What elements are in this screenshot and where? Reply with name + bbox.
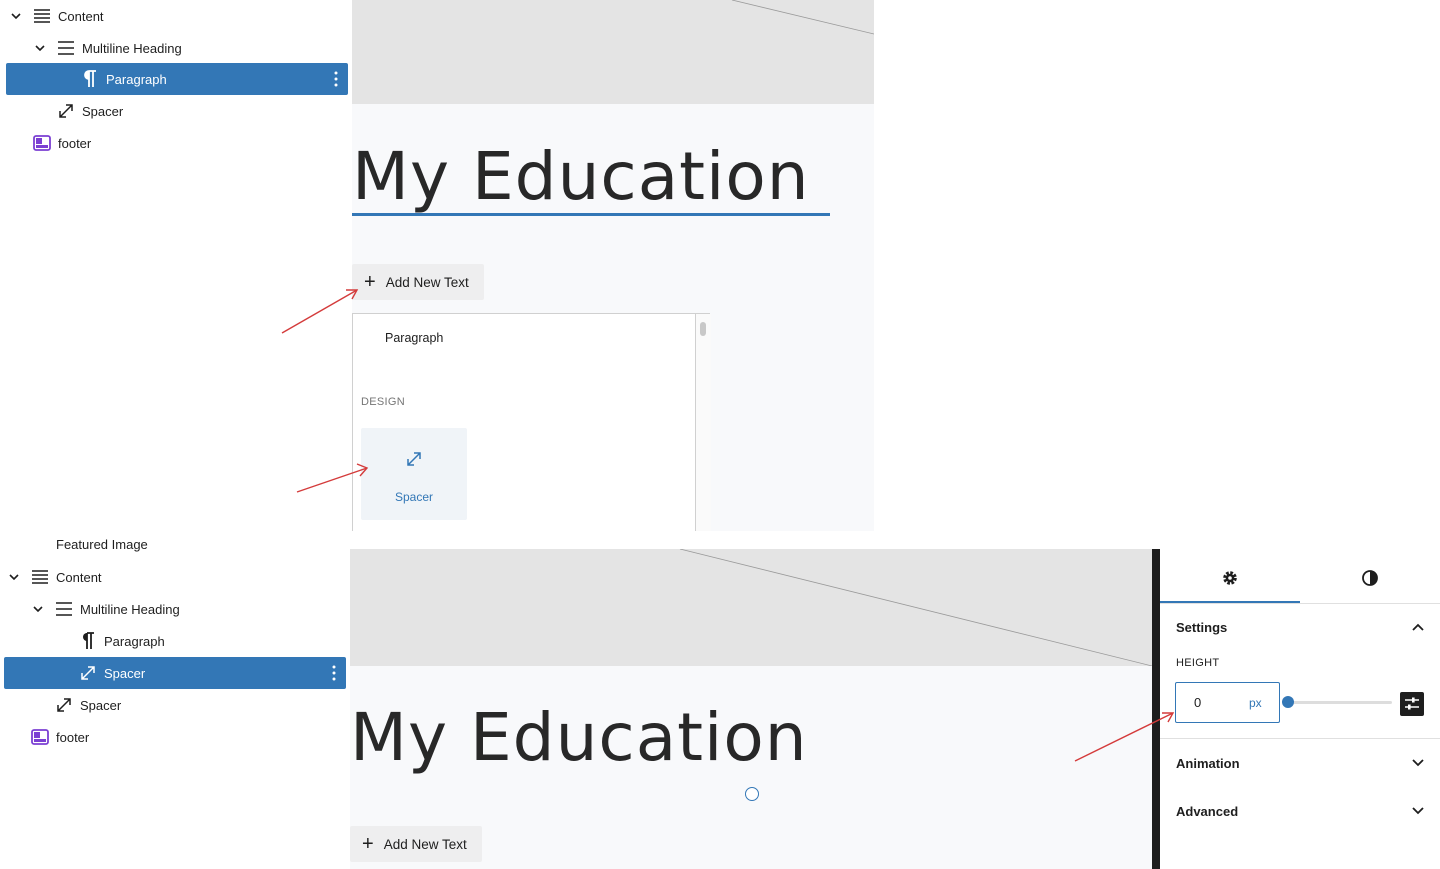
tree-item-paragraph[interactable]: Paragraph <box>76 625 344 657</box>
inserter-section-design: DESIGN <box>361 396 405 408</box>
tree-item-label: Multiline Heading <box>82 40 182 56</box>
spacer-icon <box>405 450 423 468</box>
add-new-text-button[interactable]: + Add New Text <box>352 264 484 300</box>
inserter-item-spacer[interactable]: Spacer <box>361 428 467 520</box>
spacer-icon <box>76 661 100 685</box>
inserter-item-label: Spacer <box>394 490 434 504</box>
tree-item-content[interactable]: Content <box>8 561 338 593</box>
placeholder-diagonal-line <box>679 549 1152 666</box>
tree-item-spacer[interactable]: Spacer <box>54 95 344 127</box>
height-input[interactable]: 0 px <box>1175 682 1280 723</box>
height-input-value[interactable]: 0 <box>1194 695 1201 710</box>
footer-template-icon <box>30 131 54 155</box>
heading-selection-underline <box>352 213 830 216</box>
add-new-text-label: Add New Text <box>385 274 469 290</box>
add-new-text-label: Add New Text <box>383 836 467 852</box>
placeholder-diagonal-line <box>731 0 874 35</box>
chevron-down-icon[interactable] <box>1412 807 1424 815</box>
block-inspector: Settings HEIGHT 0 px Animation Advanced <box>1160 549 1440 869</box>
spacer-icon <box>54 99 78 123</box>
tree-item-label: Paragraph <box>104 633 165 649</box>
tree-item-spacer[interactable]: Spacer <box>52 689 342 721</box>
chevron-down-icon[interactable] <box>10 12 22 20</box>
tree-item-spacer-selected[interactable]: Spacer <box>4 657 346 689</box>
tree-item-label: footer <box>58 135 92 151</box>
multiline-heading-icon <box>54 36 78 60</box>
chevron-down-icon[interactable] <box>34 44 46 52</box>
tab-settings[interactable] <box>1160 549 1300 603</box>
tree-item-label: footer <box>56 729 90 745</box>
slider-track <box>1288 701 1392 704</box>
tree-item-label: Spacer <box>82 103 124 119</box>
featured-image-placeholder[interactable] <box>352 0 874 104</box>
tree-item-label: Featured Image <box>56 537 148 552</box>
chevron-up-icon[interactable] <box>1412 623 1424 631</box>
sidebar-separator <box>1152 549 1160 869</box>
custom-units-toggle-button[interactable] <box>1400 692 1424 716</box>
paragraph-icon <box>78 67 102 91</box>
chevron-down-icon[interactable] <box>1412 759 1424 767</box>
plus-icon: + <box>362 833 374 855</box>
advanced-panel-title: Advanced <box>1176 803 1239 819</box>
height-label: HEIGHT <box>1176 657 1220 669</box>
tree-item-content[interactable]: Content <box>10 0 340 32</box>
page-heading[interactable]: My Education <box>350 699 808 776</box>
settings-panel-title: Settings <box>1176 619 1228 635</box>
slider-thumb[interactable] <box>1282 696 1294 708</box>
tree-item-multiline-heading[interactable]: Multiline Heading <box>32 593 342 625</box>
chevron-down-icon[interactable] <box>8 573 20 581</box>
featured-image-placeholder[interactable] <box>350 549 1152 666</box>
animation-panel-title: Animation <box>1176 755 1240 771</box>
more-options-icon[interactable] <box>332 665 336 681</box>
annotation-arrow <box>281 289 359 334</box>
footer-template-icon <box>28 725 52 749</box>
editor-canvas[interactable]: My Education + Add New Text Paragraph DE… <box>352 0 874 531</box>
spacer-icon <box>52 693 76 717</box>
tree-item-footer[interactable]: footer <box>28 721 338 753</box>
tree-item-footer[interactable]: footer <box>30 127 340 159</box>
tree-item-multiline-heading[interactable]: Multiline Heading <box>34 32 344 64</box>
tab-styles[interactable] <box>1300 549 1440 603</box>
inserter-scrollbar[interactable] <box>695 314 711 531</box>
page-heading[interactable]: My Education <box>352 138 810 215</box>
paragraph-icon <box>76 629 100 653</box>
block-inserter-popover: Paragraph DESIGN Spacer <box>352 313 711 531</box>
tree-item-paragraph[interactable]: Paragraph <box>6 63 348 95</box>
gear-icon <box>1221 569 1239 587</box>
sliders-settings-icon <box>1404 696 1420 712</box>
editor-canvas[interactable]: My Education + Add New Text <box>350 549 1152 869</box>
height-slider[interactable] <box>1282 693 1392 713</box>
half-circle-contrast-icon <box>1361 569 1379 587</box>
tree-item-label: Spacer <box>80 697 122 713</box>
scrollbar-thumb[interactable] <box>700 322 706 336</box>
tree-item-label: Content <box>58 8 104 24</box>
tree-item-label: Content <box>56 569 102 585</box>
animation-panel-header[interactable]: Animation <box>1160 739 1440 787</box>
settings-panel-header[interactable]: Settings <box>1160 603 1440 651</box>
height-unit-select[interactable]: px <box>1249 696 1262 710</box>
plus-icon: + <box>364 271 376 293</box>
multiline-heading-icon <box>52 597 76 621</box>
content-icon <box>28 565 52 589</box>
tree-item-label: Spacer <box>104 665 146 681</box>
inserter-item-paragraph[interactable]: Paragraph <box>385 331 443 345</box>
tree-item-partial: Featured Image <box>28 534 328 552</box>
tree-item-label: Paragraph <box>106 71 167 87</box>
content-icon <box>30 4 54 28</box>
add-new-text-button[interactable]: + Add New Text <box>350 826 482 862</box>
advanced-panel-header[interactable]: Advanced <box>1160 787 1440 835</box>
spacer-resize-handle[interactable] <box>745 787 759 801</box>
tree-item-label: Multiline Heading <box>80 601 180 617</box>
more-options-icon[interactable] <box>334 71 338 87</box>
chevron-down-icon[interactable] <box>32 605 44 613</box>
